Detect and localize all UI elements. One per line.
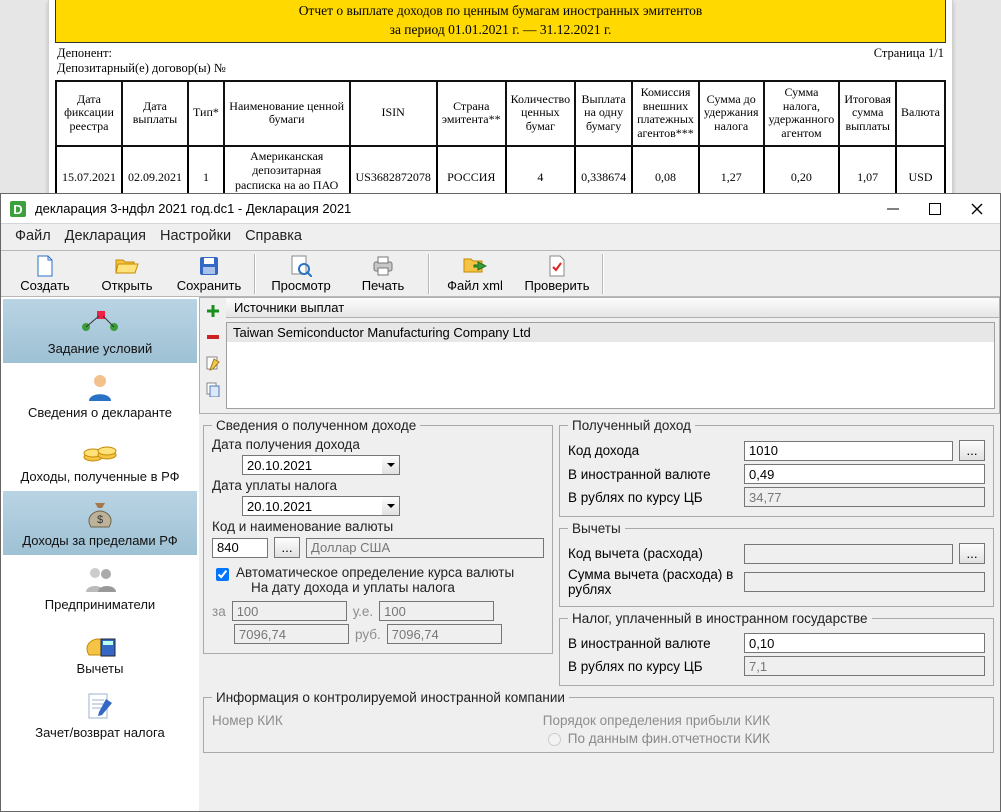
toolbar-xml[interactable]: Файл xml	[434, 252, 516, 295]
vertical-nav: Задание условий Сведения о декларанте До…	[1, 297, 199, 811]
income-info-group: Сведения о полученном доходе Дата получе…	[203, 418, 553, 654]
svg-text:$: $	[97, 514, 103, 526]
income-code-input[interactable]	[744, 441, 953, 461]
maximize-button[interactable]	[928, 202, 942, 216]
date-received-dropdown[interactable]	[382, 455, 400, 475]
toolbar-preview[interactable]: Просмотр	[260, 252, 342, 295]
income-rub-input	[744, 487, 985, 507]
income-foreign-input[interactable]	[744, 464, 985, 484]
deduction-code-input	[744, 544, 953, 564]
auto-rate-checkbox[interactable]	[216, 568, 229, 581]
rate-rub2-input	[387, 624, 502, 644]
date-tax-input[interactable]	[242, 496, 382, 516]
toolbar-open[interactable]: Открыть	[86, 252, 168, 295]
currency-code-input[interactable]	[212, 538, 268, 558]
conditions-icon	[77, 306, 123, 338]
magnifier-page-icon	[290, 255, 312, 277]
foreign-tax-rub-input	[744, 656, 985, 676]
nav-offset-refund[interactable]: Зачет/возврат налога	[3, 683, 197, 747]
nav-income-rf[interactable]: Доходы, полученные в РФ	[3, 427, 197, 491]
nav-income-abroad[interactable]: $ Доходы за пределами РФ	[3, 491, 197, 555]
sources-list[interactable]: Taiwan Semiconductor Manufacturing Compa…	[226, 322, 995, 409]
floppy-icon	[199, 255, 219, 277]
people-icon	[82, 562, 118, 594]
xml-file-icon	[463, 255, 487, 277]
menu-file[interactable]: Файл	[15, 228, 51, 244]
folder-open-icon	[115, 255, 139, 277]
date-received-input[interactable]	[242, 455, 382, 475]
checkmark-icon	[548, 255, 566, 277]
minimize-button[interactable]	[886, 202, 900, 216]
nav-entrepreneurs[interactable]: Предприниматели	[3, 555, 197, 619]
coins-icon	[83, 434, 117, 466]
deduction-sum-input	[744, 572, 985, 592]
toolbar-save[interactable]: Сохранить	[168, 252, 250, 295]
svg-text:D: D	[13, 202, 22, 217]
deduction-lookup-button[interactable]: ...	[959, 543, 985, 564]
rate-for-input	[232, 601, 347, 621]
menubar: Файл Декларация Настройки Справка	[1, 224, 1000, 250]
nav-conditions[interactable]: Задание условий	[3, 299, 197, 363]
app-logo-icon: D	[9, 200, 27, 218]
printer-icon	[371, 255, 395, 277]
toolbar-create[interactable]: Создать	[4, 252, 86, 295]
edit-source-button[interactable]	[202, 352, 224, 374]
money-bag-icon: $	[85, 498, 115, 530]
report-meta: Депонент: Депозитарный(е) договор(ы) № С…	[55, 43, 946, 80]
nav-about-declarant[interactable]: Сведения о декларанте	[3, 363, 197, 427]
person-icon	[85, 370, 115, 402]
calculator-icon	[83, 626, 117, 658]
nav-deductions[interactable]: Вычеты	[3, 619, 197, 683]
foreign-tax-group: Налог, уплаченный в иностранном государс…	[559, 611, 994, 686]
close-button[interactable]	[970, 202, 984, 216]
toolbar-print[interactable]: Печать	[342, 252, 424, 295]
kik-group: Информация о контролируемой иностранной …	[203, 690, 994, 753]
sources-header: Источники выплат	[226, 298, 999, 318]
kik-option-radio	[548, 733, 561, 746]
sources-toolbar	[200, 298, 226, 413]
received-income-group: Полученный доход Код дохода ... В иностр…	[559, 418, 994, 517]
rate-rub1-input	[234, 624, 349, 644]
document-pen-icon	[86, 690, 114, 722]
currency-lookup-button[interactable]: ...	[274, 537, 300, 558]
window-title: декларация 3-ндфл 2021 год.dc1 - Деклара…	[35, 201, 351, 216]
date-tax-dropdown[interactable]	[382, 496, 400, 516]
toolbar-check[interactable]: Проверить	[516, 252, 598, 295]
report-title: Отчет о выплате доходов по ценным бумага…	[55, 0, 946, 43]
remove-source-button[interactable]	[202, 326, 224, 348]
source-item[interactable]: Taiwan Semiconductor Manufacturing Compa…	[227, 323, 994, 342]
menu-help[interactable]: Справка	[245, 228, 302, 244]
new-file-icon	[36, 255, 54, 277]
copy-source-button[interactable]	[202, 378, 224, 400]
app-window: D декларация 3-ндфл 2021 год.dc1 - Декла…	[0, 193, 1001, 812]
add-source-button[interactable]	[202, 300, 224, 322]
rate-ue-input	[379, 601, 494, 621]
menu-declaration[interactable]: Декларация	[65, 228, 146, 244]
foreign-tax-fc-input[interactable]	[744, 633, 985, 653]
toolbar: Создать Открыть Сохранить Просмотр Печат…	[1, 250, 1000, 297]
titlebar: D декларация 3-ндфл 2021 год.dc1 - Декла…	[1, 194, 1000, 224]
income-code-lookup-button[interactable]: ...	[959, 440, 985, 461]
currency-name-field	[306, 538, 544, 558]
menu-settings[interactable]: Настройки	[160, 228, 231, 244]
deductions-group: Вычеты Код вычета (расхода) ... Сумма вы…	[559, 521, 994, 607]
sources-panel: Источники выплат Taiwan Semiconductor Ma…	[199, 297, 1000, 414]
